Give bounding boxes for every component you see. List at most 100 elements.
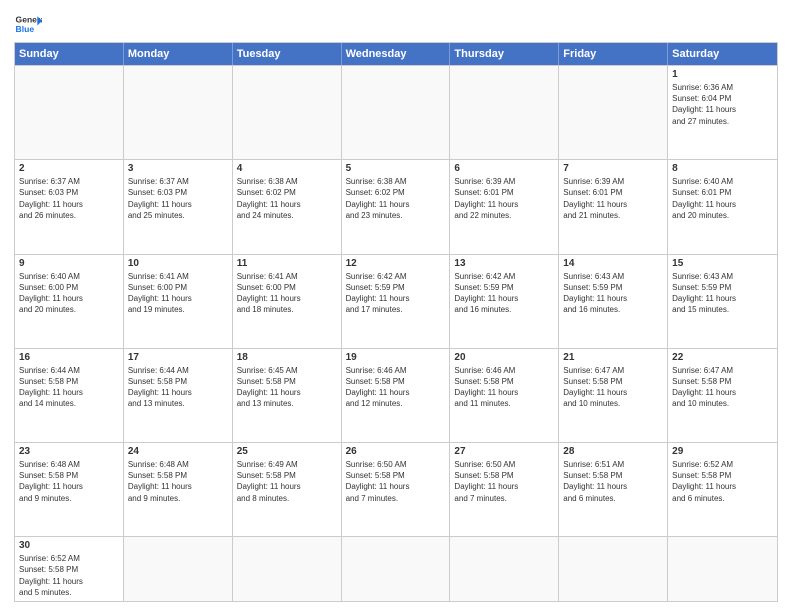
day-number: 11 [237, 258, 337, 269]
day-number: 26 [346, 446, 446, 457]
day-info: Sunrise: 6:39 AMSunset: 6:01 PMDaylight:… [454, 176, 554, 221]
calendar-cell-r4-c6: 29 Sunrise: 6:52 AMSunset: 5:58 PMDayligh… [668, 443, 777, 536]
calendar-cell-r3-c3: 19Sunrise: 6:46 AMSunset: 5:58 PMDayligh… [342, 349, 451, 442]
day-number: 15 [672, 258, 773, 269]
calendar-cell-r3-c6: 22 Sunrise: 6:47 AMSunset: 5:58 PMDayligh… [668, 349, 777, 442]
day-info: Sunrise: 6:36 AMSunset: 6:04 PMDaylight:… [672, 82, 773, 127]
day-number: 28 [563, 446, 663, 457]
day-info: Sunrise: 6:43 AMSunset: 5:59 PMDaylight:… [672, 271, 773, 316]
calendar-cell-r2-c0: 9 Sunrise: 6:40 AMSunset: 6:00 PMDaylight… [15, 255, 124, 348]
day-number: 3 [128, 163, 228, 174]
header-day-saturday: Saturday [668, 43, 777, 65]
calendar-cell-r2-c1: 10Sunrise: 6:41 AMSunset: 6:00 PMDayligh… [124, 255, 233, 348]
calendar-row-0: 1 Sunrise: 6:36 AMSunset: 6:04 PMDaylight… [15, 65, 777, 159]
day-info: Sunrise: 6:39 AMSunset: 6:01 PMDaylight:… [563, 176, 663, 221]
calendar-row-4: 23 Sunrise: 6:48 AMSunset: 5:58 PMDayligh… [15, 442, 777, 536]
calendar-row-5: 30Sunrise: 6:52 AMSunset: 5:58 PMDayligh… [15, 536, 777, 601]
calendar-cell-r2-c2: 11 Sunrise: 6:41 AMSunset: 6:00 PMDayligh… [233, 255, 342, 348]
day-info: Sunrise: 6:37 AMSunset: 6:03 PMDaylight:… [19, 176, 119, 221]
day-info: Sunrise: 6:38 AMSunset: 6:02 PMDaylight:… [346, 176, 446, 221]
calendar-cell-r1-c1: 3Sunrise: 6:37 AMSunset: 6:03 PMDaylight… [124, 160, 233, 253]
day-info: Sunrise: 6:44 AMSunset: 5:58 PMDaylight:… [19, 365, 119, 410]
calendar-cell-r0-c3 [342, 66, 451, 159]
calendar-cell-r5-c3 [342, 537, 451, 601]
calendar-cell-r5-c0: 30Sunrise: 6:52 AMSunset: 5:58 PMDayligh… [15, 537, 124, 601]
day-number: 2 [19, 163, 119, 174]
calendar-cell-r0-c1 [124, 66, 233, 159]
header: General Blue [14, 10, 778, 38]
header-day-tuesday: Tuesday [233, 43, 342, 65]
day-info: Sunrise: 6:51 AMSunset: 5:58 PMDaylight:… [563, 459, 663, 504]
day-number: 29 [672, 446, 773, 457]
day-number: 20 [454, 352, 554, 363]
day-number: 7 [563, 163, 663, 174]
day-number: 8 [672, 163, 773, 174]
day-info: Sunrise: 6:41 AMSunset: 6:00 PMDaylight:… [237, 271, 337, 316]
day-info: Sunrise: 6:49 AMSunset: 5:58 PMDaylight:… [237, 459, 337, 504]
calendar-cell-r3-c4: 20 Sunrise: 6:46 AMSunset: 5:58 PMDayligh… [450, 349, 559, 442]
day-info: Sunrise: 6:46 AMSunset: 5:58 PMDaylight:… [346, 365, 446, 410]
day-number: 23 [19, 446, 119, 457]
day-number: 5 [346, 163, 446, 174]
calendar-cell-r3-c2: 18Sunrise: 6:45 AMSunset: 5:58 PMDayligh… [233, 349, 342, 442]
day-info: Sunrise: 6:38 AMSunset: 6:02 PMDaylight:… [237, 176, 337, 221]
day-number: 22 [672, 352, 773, 363]
calendar-header: SundayMondayTuesdayWednesdayThursdayFrid… [15, 43, 777, 65]
calendar-cell-r5-c5 [559, 537, 668, 601]
day-number: 24 [128, 446, 228, 457]
day-number: 16 [19, 352, 119, 363]
calendar-cell-r1-c3: 5 Sunrise: 6:38 AMSunset: 6:02 PMDaylight… [342, 160, 451, 253]
header-day-friday: Friday [559, 43, 668, 65]
day-number: 12 [346, 258, 446, 269]
header-day-thursday: Thursday [450, 43, 559, 65]
day-number: 25 [237, 446, 337, 457]
header-day-wednesday: Wednesday [342, 43, 451, 65]
day-info: Sunrise: 6:41 AMSunset: 6:00 PMDaylight:… [128, 271, 228, 316]
day-info: Sunrise: 6:47 AMSunset: 5:58 PMDaylight:… [563, 365, 663, 410]
day-info: Sunrise: 6:40 AMSunset: 6:00 PMDaylight:… [19, 271, 119, 316]
day-info: Sunrise: 6:42 AMSunset: 5:59 PMDaylight:… [346, 271, 446, 316]
day-number: 4 [237, 163, 337, 174]
calendar-cell-r1-c4: 6 Sunrise: 6:39 AMSunset: 6:01 PMDaylight… [450, 160, 559, 253]
day-number: 14 [563, 258, 663, 269]
calendar-cell-r4-c2: 25 Sunrise: 6:49 AMSunset: 5:58 PMDayligh… [233, 443, 342, 536]
day-info: Sunrise: 6:40 AMSunset: 6:01 PMDaylight:… [672, 176, 773, 221]
day-number: 6 [454, 163, 554, 174]
calendar-cell-r0-c6: 1 Sunrise: 6:36 AMSunset: 6:04 PMDaylight… [668, 66, 777, 159]
day-number: 1 [672, 69, 773, 80]
calendar-cell-r2-c6: 15 Sunrise: 6:43 AMSunset: 5:59 PMDayligh… [668, 255, 777, 348]
day-number: 9 [19, 258, 119, 269]
header-day-sunday: Sunday [15, 43, 124, 65]
calendar-cell-r0-c5 [559, 66, 668, 159]
day-info: Sunrise: 6:48 AMSunset: 5:58 PMDaylight:… [128, 459, 228, 504]
day-info: Sunrise: 6:48 AMSunset: 5:58 PMDaylight:… [19, 459, 119, 504]
day-number: 30 [19, 540, 119, 551]
day-info: Sunrise: 6:50 AMSunset: 5:58 PMDaylight:… [454, 459, 554, 504]
day-info: Sunrise: 6:43 AMSunset: 5:59 PMDaylight:… [563, 271, 663, 316]
day-info: Sunrise: 6:44 AMSunset: 5:58 PMDaylight:… [128, 365, 228, 410]
calendar-cell-r2-c3: 12 Sunrise: 6:42 AMSunset: 5:59 PMDayligh… [342, 255, 451, 348]
calendar-cell-r1-c0: 2 Sunrise: 6:37 AMSunset: 6:03 PMDaylight… [15, 160, 124, 253]
day-info: Sunrise: 6:42 AMSunset: 5:59 PMDaylight:… [454, 271, 554, 316]
calendar-cell-r5-c1 [124, 537, 233, 601]
day-number: 18 [237, 352, 337, 363]
calendar-row-1: 2 Sunrise: 6:37 AMSunset: 6:03 PMDaylight… [15, 159, 777, 253]
calendar-row-3: 16 Sunrise: 6:44 AMSunset: 5:58 PMDayligh… [15, 348, 777, 442]
calendar-cell-r0-c2 [233, 66, 342, 159]
generalblue-logo-icon: General Blue [14, 10, 42, 38]
day-info: Sunrise: 6:47 AMSunset: 5:58 PMDaylight:… [672, 365, 773, 410]
calendar-cell-r4-c4: 27Sunrise: 6:50 AMSunset: 5:58 PMDayligh… [450, 443, 559, 536]
calendar-cell-r1-c5: 7 Sunrise: 6:39 AMSunset: 6:01 PMDaylight… [559, 160, 668, 253]
calendar-body: 1 Sunrise: 6:36 AMSunset: 6:04 PMDaylight… [15, 65, 777, 601]
day-info: Sunrise: 6:52 AMSunset: 5:58 PMDaylight:… [672, 459, 773, 504]
calendar: SundayMondayTuesdayWednesdayThursdayFrid… [14, 42, 778, 602]
calendar-cell-r0-c0 [15, 66, 124, 159]
calendar-cell-r1-c6: 8 Sunrise: 6:40 AMSunset: 6:01 PMDaylight… [668, 160, 777, 253]
calendar-cell-r2-c5: 14 Sunrise: 6:43 AMSunset: 5:59 PMDayligh… [559, 255, 668, 348]
calendar-cell-r4-c1: 24 Sunrise: 6:48 AMSunset: 5:58 PMDayligh… [124, 443, 233, 536]
day-info: Sunrise: 6:46 AMSunset: 5:58 PMDaylight:… [454, 365, 554, 410]
calendar-cell-r3-c0: 16 Sunrise: 6:44 AMSunset: 5:58 PMDayligh… [15, 349, 124, 442]
calendar-cell-r2-c4: 13Sunrise: 6:42 AMSunset: 5:59 PMDayligh… [450, 255, 559, 348]
day-number: 21 [563, 352, 663, 363]
logo: General Blue [14, 10, 42, 38]
